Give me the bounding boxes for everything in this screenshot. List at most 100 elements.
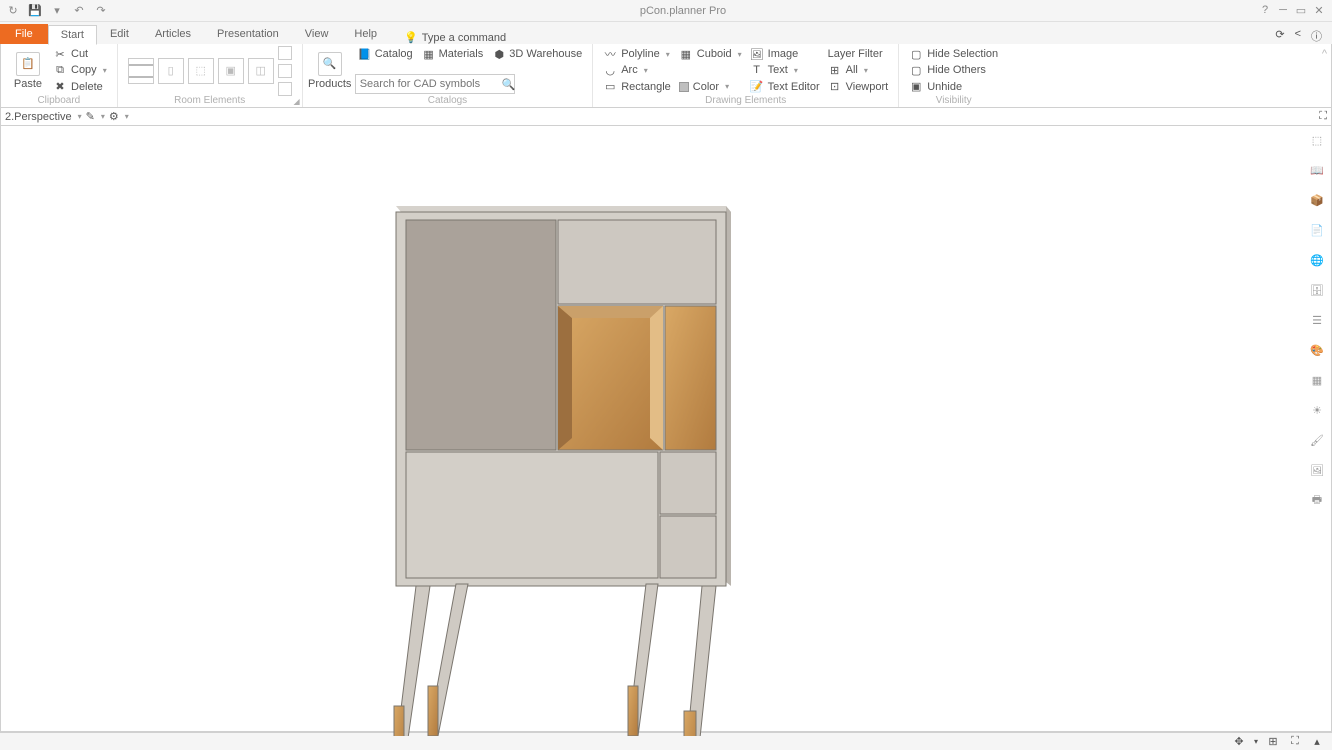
- info-icon[interactable]: ⓘ: [1311, 28, 1322, 44]
- image-icon: 🖼: [750, 47, 764, 61]
- side-layers-icon[interactable]: ☰: [1305, 308, 1329, 332]
- viewport-icon: ⊡: [828, 80, 842, 94]
- window-controls: ? ─ ▭ ✕: [1258, 4, 1332, 17]
- close-icon[interactable]: ✕: [1312, 4, 1326, 17]
- dropdown-icon[interactable]: ▾: [50, 4, 64, 18]
- all-button[interactable]: ⊞All▾: [828, 62, 889, 78]
- room-open-button[interactable]: ⬚: [188, 58, 214, 84]
- cad-search[interactable]: 🔍: [355, 74, 515, 94]
- polyline-icon: 〰: [603, 47, 617, 61]
- share-icon[interactable]: <: [1295, 28, 1301, 44]
- arc-icon: ◡: [603, 63, 617, 77]
- side-sun-icon[interactable]: ☀: [1305, 398, 1329, 422]
- layerfilter-button[interactable]: Layer Filter: [828, 46, 889, 62]
- tab-presentation[interactable]: Presentation: [204, 24, 292, 44]
- 3d-canvas[interactable]: [1, 126, 1331, 736]
- cuboid-button[interactable]: ▦Cuboid▾: [679, 46, 742, 62]
- image-button[interactable]: 🖼Image: [750, 46, 820, 62]
- side-book-icon[interactable]: 📖: [1305, 158, 1329, 182]
- ribbon-collapse-icon[interactable]: ^: [1318, 44, 1331, 107]
- side-swatch-icon[interactable]: 🎨: [1305, 338, 1329, 362]
- menu-bar: File Start Edit Articles Presentation Vi…: [0, 22, 1332, 44]
- side-toolbar: ⬚ 📖 📦 📄 🌐 🗄 ☰ 🎨 ▦ ☀ 🖌 🖼 🖶: [1305, 128, 1329, 512]
- viewport-button[interactable]: ⊡Viewport: [828, 79, 889, 95]
- maximize-icon[interactable]: ▭: [1294, 4, 1308, 17]
- room-wall-button[interactable]: ▯: [158, 58, 184, 84]
- side-globe-icon[interactable]: 🌐: [1305, 248, 1329, 272]
- ribbon: 📋 Paste ✂Cut ⧉Copy▾ ✖Delete Clipboard ▯ …: [0, 44, 1332, 108]
- dialog-launcher-icon[interactable]: ◢: [294, 97, 300, 106]
- sync-icon[interactable]: ⟳: [1275, 28, 1284, 44]
- materials-button[interactable]: ▦Materials: [423, 46, 484, 62]
- search-icon[interactable]: 🔍: [502, 78, 516, 91]
- pencil-icon[interactable]: ✎: [86, 110, 95, 123]
- tab-articles[interactable]: Articles: [142, 24, 204, 44]
- warehouse-button[interactable]: ⬢3D Warehouse: [493, 46, 582, 62]
- side-brush-icon[interactable]: 🖌: [1305, 428, 1329, 452]
- text-icon: T: [750, 63, 764, 77]
- side-print-icon[interactable]: 🖶: [1305, 488, 1329, 512]
- tab-help[interactable]: Help: [341, 24, 390, 44]
- texteditor-button[interactable]: 📝Text Editor: [750, 79, 820, 95]
- tab-edit[interactable]: Edit: [97, 24, 142, 44]
- gear-icon[interactable]: ⚙: [109, 110, 119, 123]
- cut-icon: ✂: [53, 47, 67, 61]
- group-catalogs: 🔍 Products 📘Catalog ▦Materials ⬢3D Wareh…: [303, 44, 594, 107]
- viewport[interactable]: ⬚ 📖 📦 📄 🌐 🗄 ☰ 🎨 ▦ ☀ 🖌 🖼 🖶: [0, 126, 1332, 732]
- status-grid-icon[interactable]: ⊞: [1266, 735, 1280, 748]
- texted-icon: 📝: [750, 80, 764, 94]
- materials-icon: ▦: [423, 48, 435, 60]
- side-package-icon[interactable]: 📦: [1305, 188, 1329, 212]
- save-icon[interactable]: 💾: [28, 4, 42, 18]
- tab-view[interactable]: View: [292, 24, 342, 44]
- tab-start[interactable]: Start: [48, 25, 97, 45]
- side-drawer-icon[interactable]: 🗄: [1305, 278, 1329, 302]
- status-chevron-icon[interactable]: ▴: [1310, 735, 1324, 748]
- products-icon: 🔍: [318, 52, 342, 76]
- group-label: Clipboard: [1, 95, 117, 107]
- room-grid-button[interactable]: [128, 58, 154, 84]
- side-document-icon[interactable]: 📄: [1305, 218, 1329, 242]
- room-window-button[interactable]: ▣: [218, 58, 244, 84]
- group-label: Visibility: [899, 95, 1008, 107]
- status-fullscreen-icon[interactable]: ⛶: [1288, 735, 1302, 748]
- minimize-icon[interactable]: ─: [1276, 4, 1290, 17]
- undo-icon[interactable]: ↶: [72, 4, 86, 18]
- paste-label: Paste: [14, 78, 42, 90]
- tab-file[interactable]: File: [0, 24, 48, 44]
- room-small2[interactable]: [278, 64, 292, 78]
- delete-button: ✖Delete: [53, 79, 107, 95]
- products-button[interactable]: 🔍 Products: [309, 46, 351, 95]
- unhide-button[interactable]: ▣Unhide: [909, 79, 998, 95]
- side-cube-icon[interactable]: ⬚: [1305, 128, 1329, 152]
- rectangle-button[interactable]: ▭Rectangle: [603, 79, 671, 95]
- hide-selection-button: ▢Hide Selection: [909, 46, 998, 62]
- all-icon: ⊞: [828, 63, 842, 77]
- catalog-button[interactable]: 📘Catalog: [359, 46, 413, 62]
- unhide-icon: ▣: [909, 80, 923, 94]
- maximize-view-icon[interactable]: ⛶: [1319, 110, 1327, 123]
- view-dropdown-icon[interactable]: ▾: [78, 112, 82, 121]
- type-command[interactable]: 💡 Type a command: [404, 31, 506, 44]
- polyline-button[interactable]: 〰Polyline▾: [603, 46, 671, 62]
- side-picture-icon[interactable]: 🖼: [1305, 458, 1329, 482]
- color-button[interactable]: Color▾: [679, 79, 742, 95]
- paste-button[interactable]: 📋 Paste: [7, 46, 49, 95]
- group-visibility: ▢Hide Selection ▢Hide Others ▣Unhide Vis…: [899, 44, 1008, 107]
- text-button[interactable]: TText▾: [750, 62, 820, 78]
- refresh-icon[interactable]: ↻: [6, 4, 20, 18]
- status-move-icon[interactable]: ✥: [1232, 735, 1246, 748]
- room-small3[interactable]: [278, 82, 292, 96]
- room-small1[interactable]: [278, 46, 292, 60]
- group-clipboard: 📋 Paste ✂Cut ⧉Copy▾ ✖Delete Clipboard: [1, 44, 118, 107]
- catalog-icon: 📘: [359, 48, 371, 60]
- help-icon[interactable]: ?: [1258, 4, 1272, 17]
- side-materials-icon[interactable]: ▦: [1305, 368, 1329, 392]
- copy-button: ⧉Copy▾: [53, 62, 107, 78]
- arc-button[interactable]: ◡Arc▾: [603, 62, 671, 78]
- search-input[interactable]: [360, 78, 502, 90]
- products-label: Products: [308, 78, 351, 90]
- room-door-button[interactable]: ◫: [248, 58, 274, 84]
- view-label[interactable]: 2.Perspective: [5, 111, 72, 123]
- redo-icon[interactable]: ↷: [94, 4, 108, 18]
